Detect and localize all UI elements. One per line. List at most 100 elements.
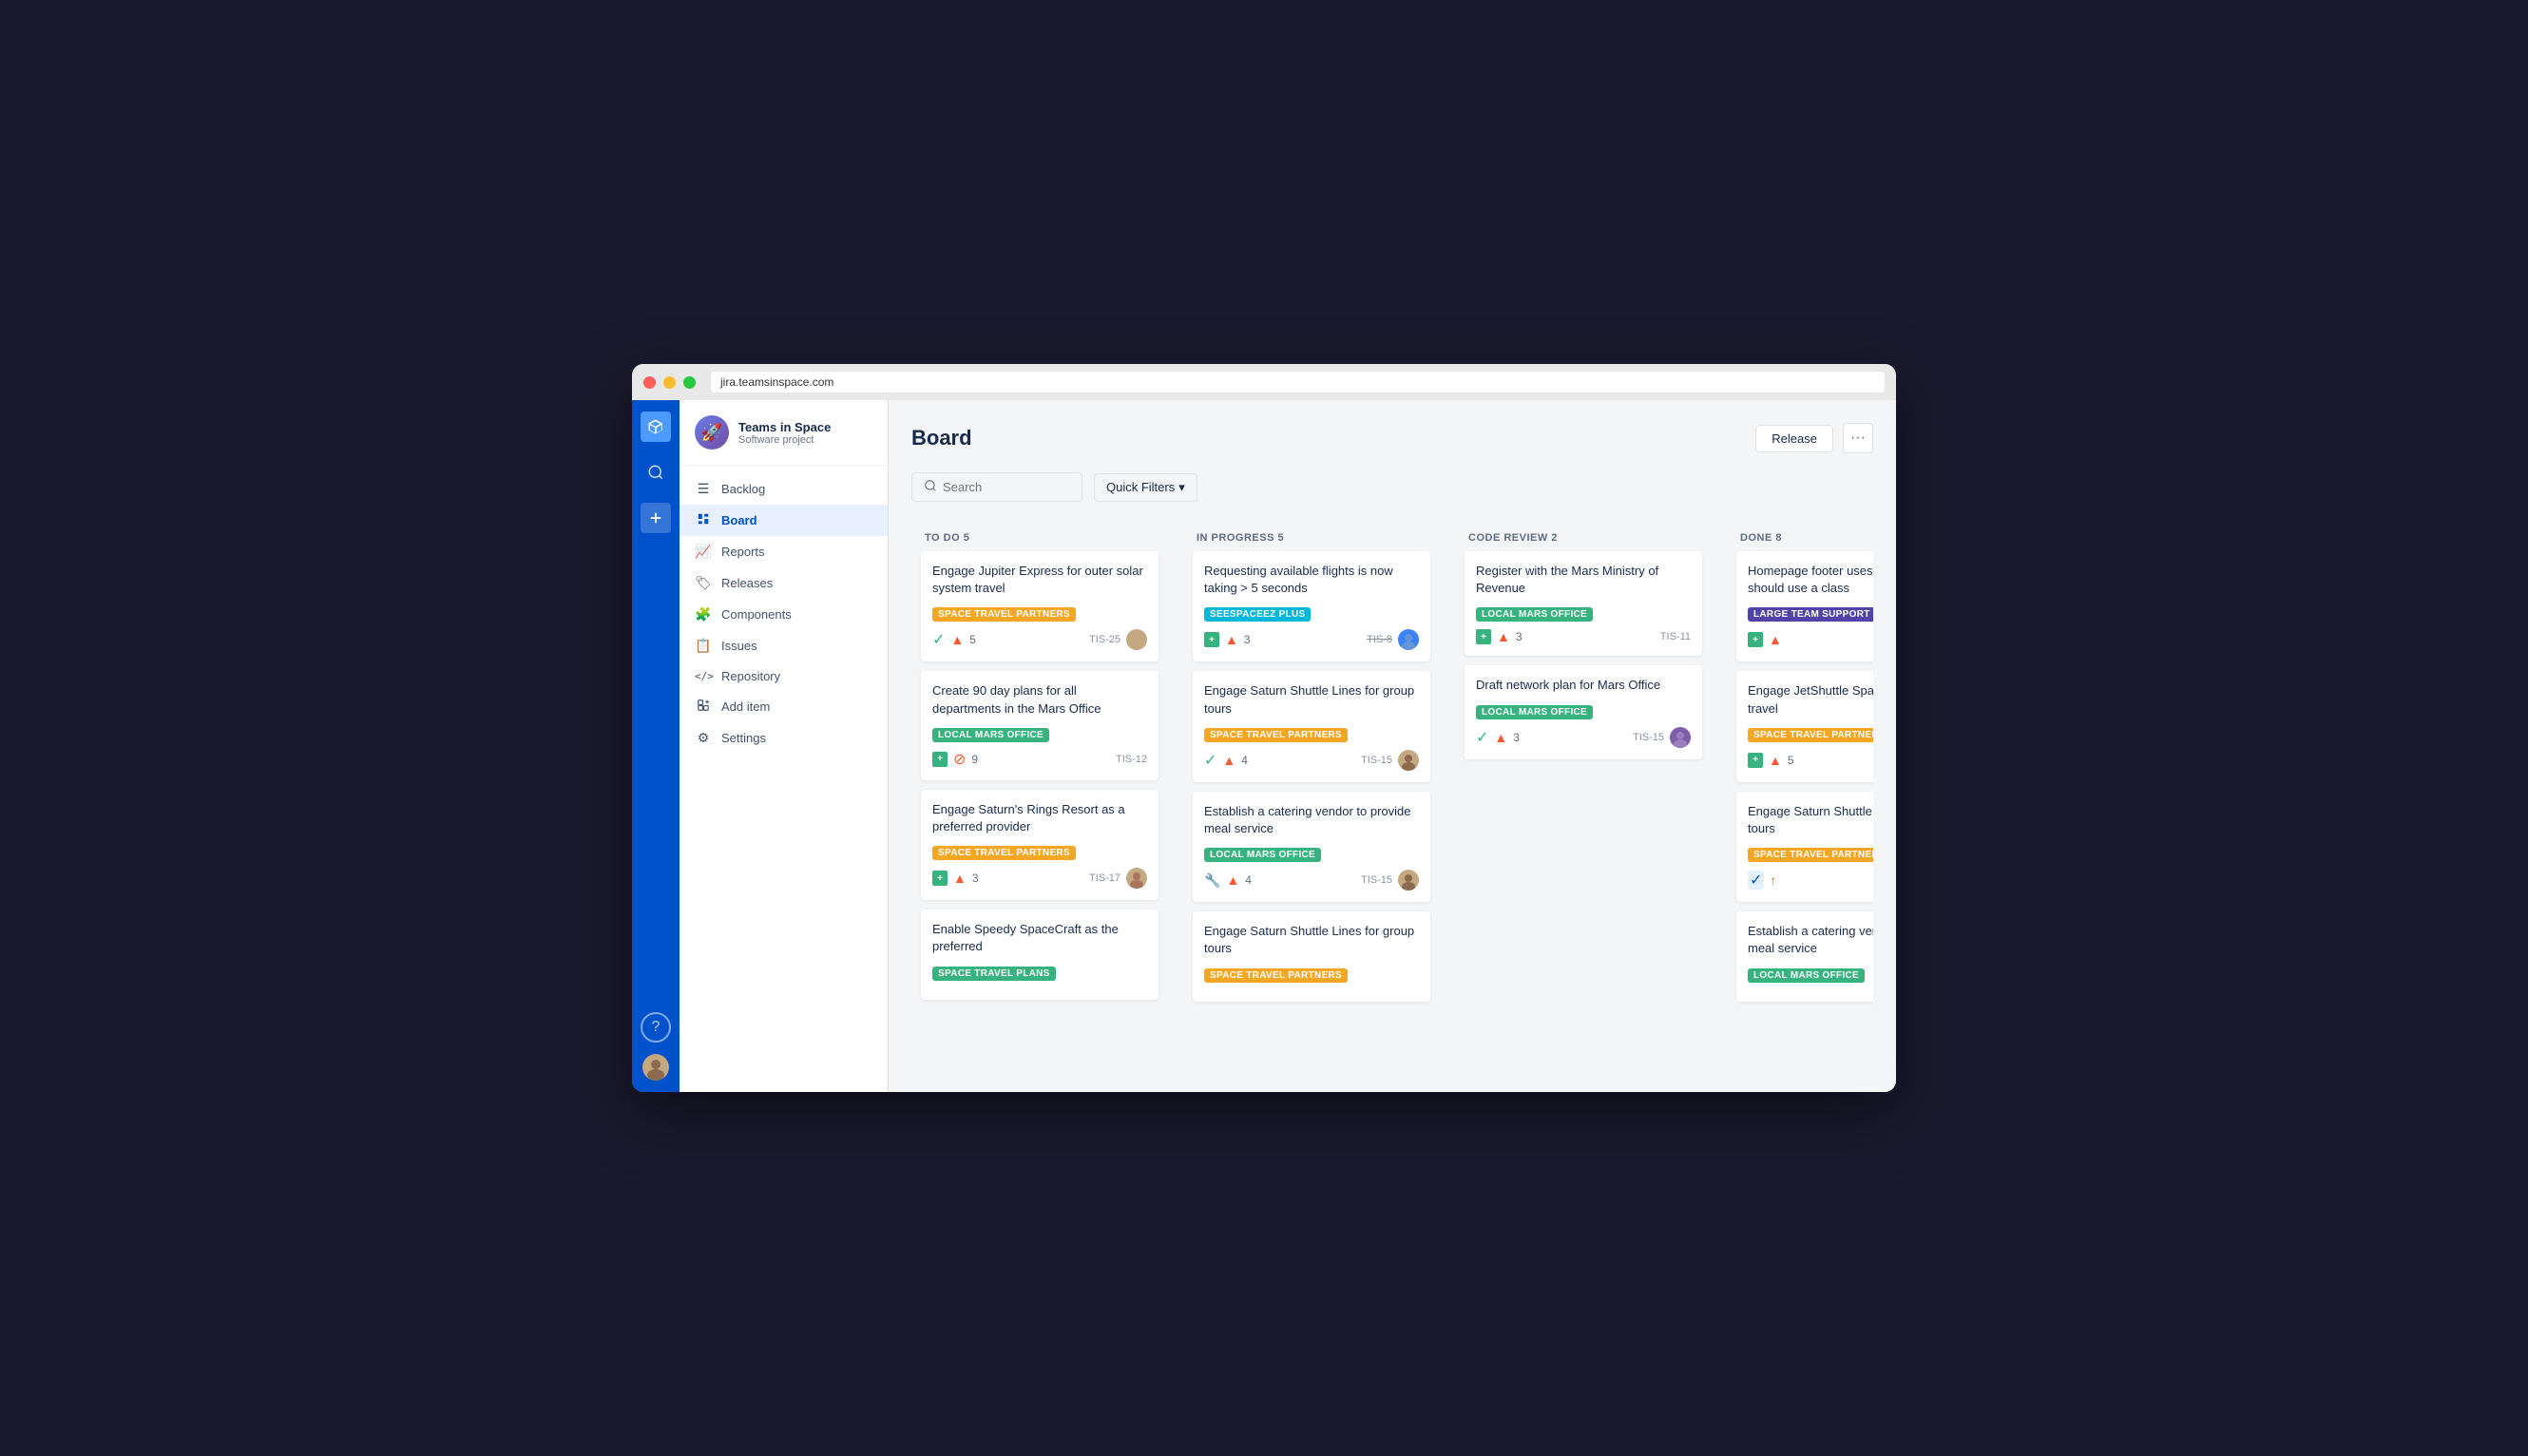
priority-up-icon: ▲ bbox=[1226, 872, 1239, 888]
card-footer-ip-2: ✓ ▲ 4 TIS-15 bbox=[1204, 750, 1419, 771]
card-count: 4 bbox=[1241, 754, 1248, 767]
card-todo-4[interactable]: Enable Speedy SpaceCraft as the preferre… bbox=[921, 910, 1159, 999]
card-footer-ip-1: + ▲ 3 TIS-8 bbox=[1204, 629, 1419, 650]
column-inprogress: IN PROGRESS 5 Requesting available fligh… bbox=[1183, 521, 1440, 1011]
search-nav-icon[interactable] bbox=[641, 457, 671, 488]
sidebar-item-components[interactable]: 🧩 Components bbox=[680, 599, 888, 630]
check-blue-icon: ✓ bbox=[1748, 871, 1764, 890]
card-tag-ip-4: SPACE TRAVEL PARTNERS bbox=[1204, 968, 1348, 983]
priority-up-icon: ▲ bbox=[1769, 753, 1782, 768]
column-cards-inprogress: Requesting available flights is now taki… bbox=[1183, 551, 1440, 1011]
priority-up-icon: ▲ bbox=[1769, 632, 1782, 647]
card-footer-cr-1: + ▲ 3 TIS-11 bbox=[1476, 629, 1691, 644]
sidebar-item-backlog[interactable]: ☰ Backlog bbox=[680, 473, 888, 505]
releases-icon: 🏷 bbox=[695, 575, 712, 591]
card-todo-1[interactable]: Engage Jupiter Express for outer solar s… bbox=[921, 551, 1159, 661]
plus-icon: + bbox=[1476, 629, 1491, 644]
card-done-3[interactable]: Engage Saturn Shuttle Lines for group to… bbox=[1736, 792, 1873, 902]
sidebar-label-issues: Issues bbox=[721, 639, 757, 653]
card-title-done-1: Homepage footer uses an inline style - s… bbox=[1748, 563, 1873, 597]
card-tag-done-4: LOCAL MARS OFFICE bbox=[1748, 968, 1865, 983]
card-footer-done-3: ✓ ↑ TIS-15 bbox=[1748, 870, 1873, 891]
card-meta-right: TIS-25 bbox=[1089, 629, 1147, 650]
user-avatar-nav[interactable] bbox=[642, 1054, 669, 1081]
search-input[interactable] bbox=[943, 480, 1070, 494]
card-meta-right: TIS-15 bbox=[1361, 870, 1419, 891]
card-count: 5 bbox=[1788, 754, 1794, 767]
card-done-1[interactable]: Homepage footer uses an inline style - s… bbox=[1736, 551, 1873, 661]
help-nav-icon[interactable]: ? bbox=[641, 1012, 671, 1043]
reports-icon: 📈 bbox=[695, 544, 712, 560]
priority-up-icon: ▲ bbox=[1497, 629, 1510, 644]
sidebar-item-issues[interactable]: 📋 Issues bbox=[680, 630, 888, 661]
check-icon: ✓ bbox=[1204, 751, 1216, 770]
plus-icon: + bbox=[1748, 632, 1763, 647]
sidebar-item-repository[interactable]: </> Repository bbox=[680, 661, 888, 691]
card-meta-left: + ▲ 5 bbox=[1748, 753, 1794, 768]
nav-logo[interactable] bbox=[641, 412, 671, 442]
card-ip-3[interactable]: Establish a catering vendor to provide m… bbox=[1193, 792, 1430, 902]
minimize-button[interactable] bbox=[663, 376, 676, 389]
priority-up-icon: ▲ bbox=[1222, 753, 1235, 768]
card-todo-3[interactable]: Engage Saturn's Rings Resort as a prefer… bbox=[921, 790, 1159, 900]
card-avatar bbox=[1398, 750, 1419, 771]
card-done-4[interactable]: Establish a catering vendor to provide m… bbox=[1736, 911, 1873, 1001]
board-icon bbox=[695, 512, 712, 528]
project-info: Teams in Space Software project bbox=[738, 420, 831, 446]
column-codereview: CODE REVIEW 2 Register with the Mars Min… bbox=[1455, 521, 1712, 769]
sidebar-item-releases[interactable]: 🏷 Releases bbox=[680, 567, 888, 599]
column-title-inprogress: IN PROGRESS bbox=[1197, 532, 1274, 544]
card-title-done-4: Establish a catering vendor to provide m… bbox=[1748, 923, 1873, 957]
card-title-ip-2: Engage Saturn Shuttle Lines for group to… bbox=[1204, 682, 1419, 717]
card-ip-2[interactable]: Engage Saturn Shuttle Lines for group to… bbox=[1193, 671, 1430, 781]
block-icon: ⊘ bbox=[953, 750, 966, 769]
create-nav-icon[interactable] bbox=[641, 503, 671, 533]
card-ip-1[interactable]: Requesting available flights is now taki… bbox=[1193, 551, 1430, 661]
sidebar-item-add-item[interactable]: Add item bbox=[680, 691, 888, 722]
card-avatar bbox=[1398, 870, 1419, 891]
maximize-button[interactable] bbox=[683, 376, 696, 389]
card-meta-left: ✓ ▲ 3 bbox=[1476, 728, 1520, 747]
plus-icon: + bbox=[932, 871, 948, 886]
card-count: 4 bbox=[1245, 873, 1252, 887]
project-type: Software project bbox=[738, 434, 831, 446]
settings-icon: ⚙ bbox=[695, 730, 712, 746]
card-tag-done-1: LARGE TEAM SUPPORT bbox=[1748, 607, 1873, 622]
search-box[interactable] bbox=[911, 472, 1082, 502]
quick-filters-button[interactable]: Quick Filters ▾ bbox=[1094, 473, 1197, 502]
card-count: 9 bbox=[971, 753, 978, 766]
card-count: 3 bbox=[1244, 633, 1251, 646]
sidebar-label-add-item: Add item bbox=[721, 699, 770, 714]
column-header-inprogress: IN PROGRESS 5 bbox=[1183, 521, 1440, 551]
sidebar-item-reports[interactable]: 📈 Reports bbox=[680, 536, 888, 567]
card-title-ip-1: Requesting available flights is now taki… bbox=[1204, 563, 1419, 597]
sidebar-item-board[interactable]: Board bbox=[680, 505, 888, 536]
more-options-button[interactable]: ··· bbox=[1843, 423, 1873, 453]
card-done-2[interactable]: Engage JetShuttle SpaceWays for travel S… bbox=[1736, 671, 1873, 781]
card-todo-2[interactable]: Create 90 day plans for all departments … bbox=[921, 671, 1159, 779]
card-cr-1[interactable]: Register with the Mars Ministry of Reven… bbox=[1465, 551, 1702, 656]
card-id: TIS-15 bbox=[1361, 874, 1392, 886]
app-body: ? 🚀 Teams in Space Software project bbox=[632, 400, 1896, 1092]
issues-icon: 📋 bbox=[695, 638, 712, 654]
sidebar-item-settings[interactable]: ⚙ Settings bbox=[680, 722, 888, 754]
card-ip-4[interactable]: Engage Saturn Shuttle Lines for group to… bbox=[1193, 911, 1430, 1001]
release-button[interactable]: Release bbox=[1755, 425, 1833, 452]
close-button[interactable] bbox=[643, 376, 656, 389]
board-toolbar: Quick Filters ▾ bbox=[911, 472, 1873, 502]
column-title-done: DONE bbox=[1740, 532, 1772, 544]
card-meta-left: ✓ ↑ bbox=[1748, 871, 1776, 890]
card-title-todo-2: Create 90 day plans for all departments … bbox=[932, 682, 1147, 717]
add-item-icon bbox=[695, 699, 712, 715]
card-id: TIS-11 bbox=[1660, 631, 1691, 642]
column-header-codereview: CODE REVIEW 2 bbox=[1455, 521, 1712, 551]
priority-up-icon: ▲ bbox=[953, 871, 967, 886]
address-bar[interactable]: jira.teamsinspace.com bbox=[711, 372, 1885, 393]
card-tag-done-3: SPACE TRAVEL PARTNERS bbox=[1748, 848, 1873, 862]
card-tag-ip-1: SEESPACEEZ PLUS bbox=[1204, 607, 1311, 622]
card-title-ip-3: Establish a catering vendor to provide m… bbox=[1204, 803, 1419, 837]
card-cr-2[interactable]: Draft network plan for Mars Office LOCAL… bbox=[1465, 665, 1702, 758]
card-id: TIS-15 bbox=[1361, 755, 1392, 766]
sidebar-nav: ☰ Backlog Board 📈 bbox=[680, 466, 888, 761]
card-tag-ip-3: LOCAL MARS OFFICE bbox=[1204, 848, 1321, 862]
